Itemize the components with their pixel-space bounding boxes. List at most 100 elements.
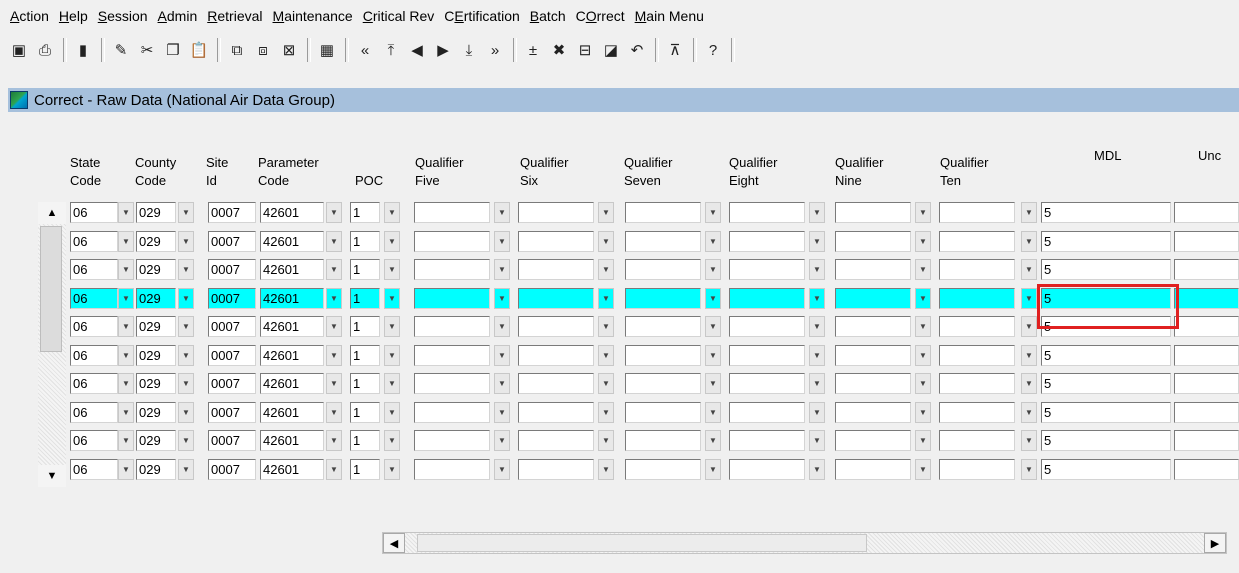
poc-field[interactable]: 1 — [350, 287, 380, 309]
parameter-code-field[interactable]: 42601 — [260, 230, 324, 252]
qualifier-seven-field[interactable] — [625, 401, 701, 423]
list-values-icon[interactable]: ⊼ — [664, 39, 686, 61]
dropdown-arrow-icon[interactable]: ▼ — [1021, 259, 1037, 280]
help-icon[interactable]: ? — [702, 39, 724, 61]
dropdown-arrow-icon[interactable]: ▼ — [494, 202, 510, 223]
dropdown-arrow-icon[interactable]: ▼ — [915, 202, 931, 223]
state-code-field[interactable]: 06 — [70, 344, 118, 366]
table-row[interactable]: 06 ▼ 029 ▼ 0007 42601 ▼ 1 ▼ ▼ ▼ ▼ ▼ ▼ ▼ 5 — [70, 257, 1239, 281]
poc-field[interactable]: 1 — [350, 458, 380, 480]
poc-field[interactable]: 1 — [350, 230, 380, 252]
dropdown-arrow-icon[interactable]: ▼ — [326, 287, 342, 309]
dropdown-arrow-icon[interactable]: ▼ — [326, 259, 342, 280]
undo-icon[interactable]: ↶ — [626, 39, 648, 61]
paste-record-icon[interactable]: ⧈ — [252, 39, 274, 61]
qualifier-six-field[interactable] — [518, 430, 594, 451]
site-id-field[interactable]: 0007 — [208, 202, 256, 223]
qualifier-ten-field[interactable] — [939, 259, 1015, 280]
qualifier-eight-field[interactable] — [729, 287, 805, 309]
qualifier-nine-field[interactable] — [835, 344, 911, 366]
mdl-field[interactable]: 5 — [1041, 373, 1171, 394]
table-row[interactable]: 06 ▼ 029 ▼ 0007 42601 ▼ 1 ▼ ▼ ▼ ▼ ▼ ▼ ▼ 5 — [70, 428, 1239, 452]
county-code-field[interactable]: 029 — [136, 344, 176, 366]
poc-field[interactable]: 1 — [350, 344, 380, 366]
dropdown-arrow-icon[interactable]: ▼ — [384, 344, 400, 366]
dropdown-arrow-icon[interactable]: ▼ — [1021, 202, 1037, 223]
qualifier-eight-field[interactable] — [729, 344, 805, 366]
qualifier-five-field[interactable] — [414, 202, 490, 223]
scroll-left-icon[interactable]: ◀ — [383, 533, 405, 553]
qualifier-six-field[interactable] — [518, 344, 594, 366]
state-code-field[interactable]: 06 — [70, 287, 118, 309]
dropdown-arrow-icon[interactable]: ▼ — [809, 287, 825, 309]
calculator-icon[interactable]: ▦ — [316, 39, 338, 61]
qualifier-six-field[interactable] — [518, 458, 594, 480]
qualifier-five-field[interactable] — [414, 458, 490, 480]
county-code-field[interactable]: 029 — [136, 316, 176, 337]
qualifier-seven-field[interactable] — [625, 458, 701, 480]
dropdown-arrow-icon[interactable]: ▼ — [494, 430, 510, 451]
site-id-field[interactable]: 0007 — [208, 259, 256, 280]
menu-item-session[interactable]: Session — [98, 8, 148, 24]
state-code-field[interactable]: 06 — [70, 458, 118, 480]
table-row[interactable]: 06 ▼ 029 ▼ 0007 42601 ▼ 1 ▼ ▼ ▼ ▼ ▼ ▼ ▼ 5 — [70, 371, 1239, 395]
unc-field[interactable] — [1174, 401, 1239, 423]
site-id-field[interactable]: 0007 — [208, 373, 256, 394]
dropdown-arrow-icon[interactable]: ▼ — [809, 230, 825, 252]
parameter-code-field[interactable]: 42601 — [260, 430, 324, 451]
dropdown-arrow-icon[interactable]: ▼ — [326, 202, 342, 223]
qualifier-ten-field[interactable] — [939, 373, 1015, 394]
paste-icon[interactable]: 📋 — [188, 39, 210, 61]
dropdown-arrow-icon[interactable]: ▼ — [178, 259, 194, 280]
qualifier-ten-field[interactable] — [939, 230, 1015, 252]
dropdown-arrow-icon[interactable]: ▼ — [705, 373, 721, 394]
dropdown-arrow-icon[interactable]: ▼ — [118, 202, 134, 223]
dropdown-arrow-icon[interactable]: ▼ — [915, 287, 931, 309]
poc-field[interactable]: 1 — [350, 430, 380, 451]
qualifier-five-field[interactable] — [414, 316, 490, 337]
qualifier-eight-field[interactable] — [729, 259, 805, 280]
dropdown-arrow-icon[interactable]: ▼ — [705, 316, 721, 337]
parameter-code-field[interactable]: 42601 — [260, 458, 324, 480]
unc-field[interactable] — [1174, 202, 1239, 223]
dropdown-arrow-icon[interactable]: ▼ — [915, 401, 931, 423]
dropdown-arrow-icon[interactable]: ▼ — [809, 202, 825, 223]
dropdown-arrow-icon[interactable]: ▼ — [384, 230, 400, 252]
qualifier-ten-field[interactable] — [939, 344, 1015, 366]
dropdown-arrow-icon[interactable]: ▼ — [178, 401, 194, 423]
dropdown-arrow-icon[interactable]: ▼ — [705, 230, 721, 252]
dropdown-arrow-icon[interactable]: ▼ — [384, 316, 400, 337]
qualifier-ten-field[interactable] — [939, 430, 1015, 451]
site-id-field[interactable]: 0007 — [208, 430, 256, 451]
parameter-code-field[interactable]: 42601 — [260, 202, 324, 223]
dropdown-arrow-icon[interactable]: ▼ — [1021, 316, 1037, 337]
dropdown-arrow-icon[interactable]: ▼ — [178, 430, 194, 451]
dropdown-arrow-icon[interactable]: ▼ — [598, 259, 614, 280]
dropdown-arrow-icon[interactable]: ▼ — [494, 259, 510, 280]
dropdown-arrow-icon[interactable]: ▼ — [494, 401, 510, 423]
table-row[interactable]: 06 ▼ 029 ▼ 0007 42601 ▼ 1 ▼ ▼ ▼ ▼ ▼ ▼ ▼ 5 — [70, 200, 1239, 224]
qualifier-six-field[interactable] — [518, 373, 594, 394]
qualifier-seven-field[interactable] — [625, 202, 701, 223]
county-code-field[interactable]: 029 — [136, 401, 176, 423]
dropdown-arrow-icon[interactable]: ▼ — [384, 401, 400, 423]
table-row[interactable]: 06 ▼ 029 ▼ 0007 42601 ▼ 1 ▼ ▼ ▼ ▼ ▼ ▼ ▼ 5 — [70, 229, 1239, 253]
dropdown-arrow-icon[interactable]: ▼ — [1021, 230, 1037, 252]
mdl-field[interactable]: 5 — [1041, 202, 1171, 223]
dropdown-arrow-icon[interactable]: ▼ — [598, 344, 614, 366]
qualifier-five-field[interactable] — [414, 401, 490, 423]
menu-item-admin[interactable]: Admin — [158, 8, 198, 24]
qualifier-nine-field[interactable] — [835, 230, 911, 252]
state-code-field[interactable]: 06 — [70, 230, 118, 252]
qualifier-nine-field[interactable] — [835, 316, 911, 337]
clear-record-icon[interactable]: ⊠ — [278, 39, 300, 61]
qualifier-five-field[interactable] — [414, 230, 490, 252]
qualifier-seven-field[interactable] — [625, 287, 701, 309]
dropdown-arrow-icon[interactable]: ▼ — [118, 430, 134, 451]
dropdown-arrow-icon[interactable]: ▼ — [598, 401, 614, 423]
qualifier-ten-field[interactable] — [939, 458, 1015, 480]
dropdown-arrow-icon[interactable]: ▼ — [178, 316, 194, 337]
dropdown-arrow-icon[interactable]: ▼ — [1021, 401, 1037, 423]
site-id-field[interactable]: 0007 — [208, 458, 256, 480]
edit-icon[interactable]: ✎ — [110, 39, 132, 61]
